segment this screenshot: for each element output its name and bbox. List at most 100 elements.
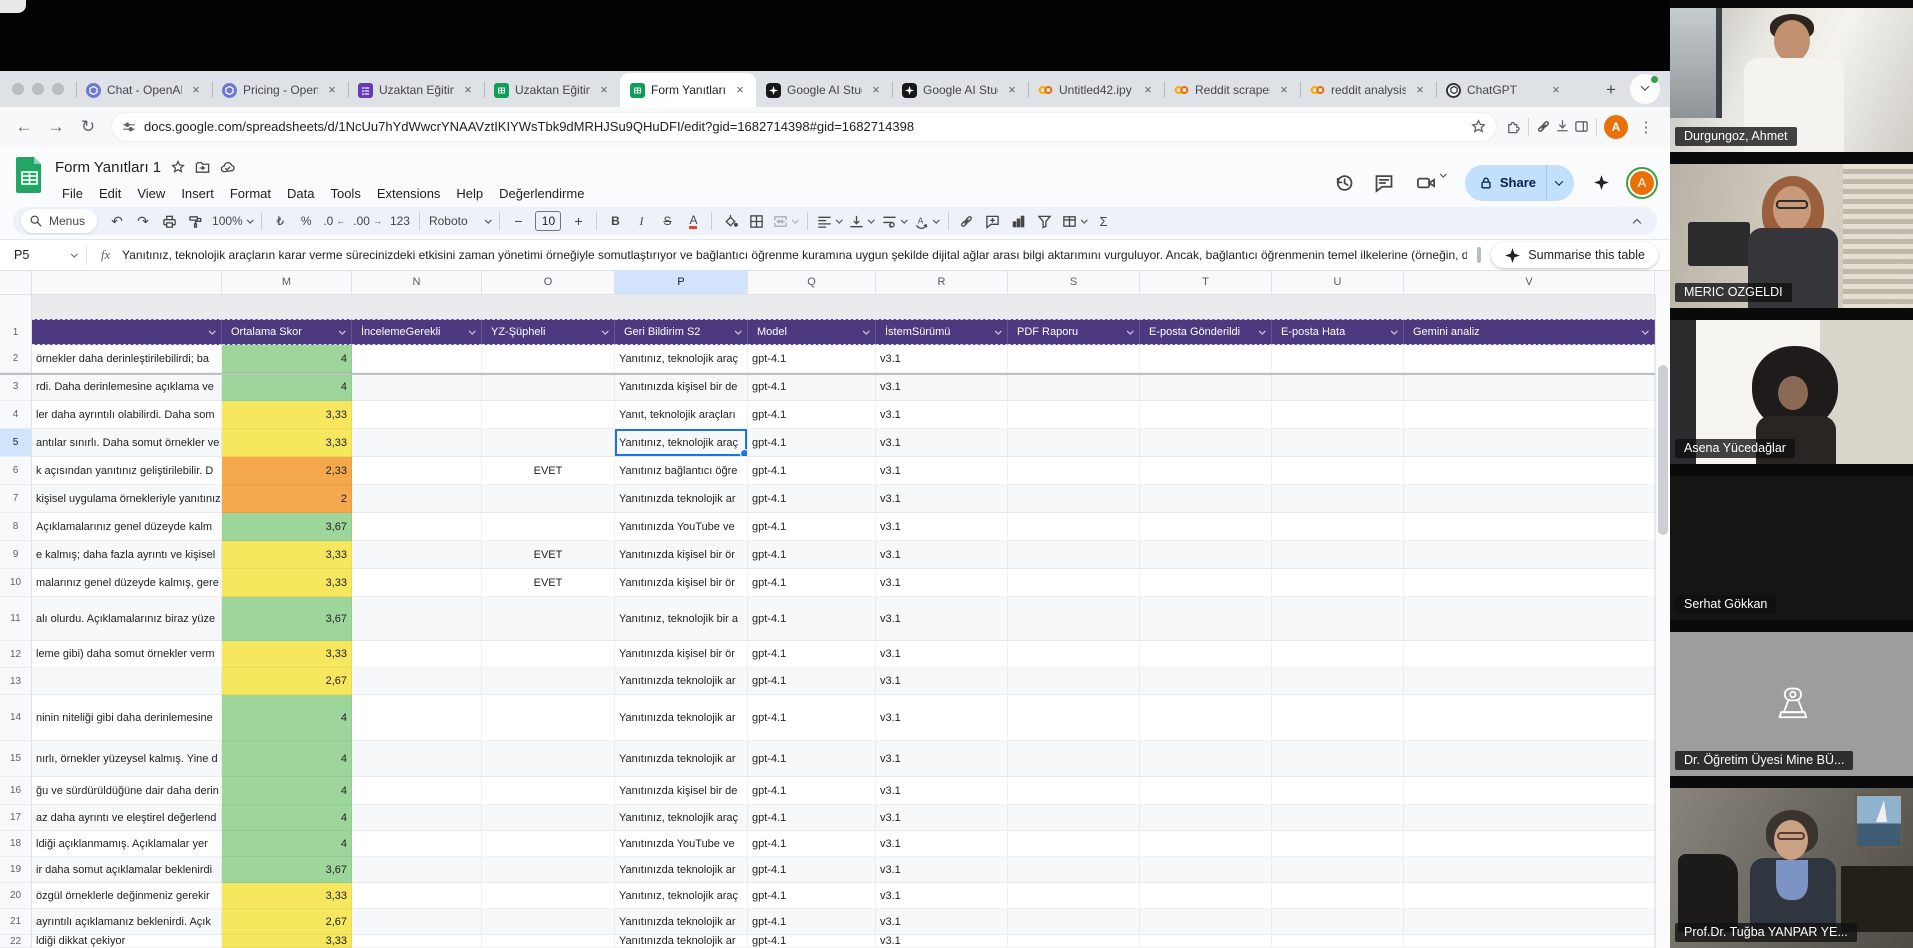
- cell-eposta-gonderildi[interactable]: [1140, 741, 1272, 777]
- cell-eposta-hata[interactable]: [1272, 569, 1404, 597]
- borders-icon[interactable]: [744, 209, 768, 233]
- cell-feedback-clipped[interactable]: e kalmış; daha fazla ayrıntı ve kişisel: [32, 541, 222, 569]
- menu-help[interactable]: Help: [449, 183, 490, 204]
- cell-model[interactable]: gpt-4.1: [748, 935, 876, 948]
- cell-model[interactable]: gpt-4.1: [748, 641, 876, 668]
- header-cell[interactable]: E-posta Gönderildi: [1140, 319, 1272, 345]
- cell-eposta-gonderildi[interactable]: [1140, 541, 1272, 569]
- cell-eposta-gonderildi[interactable]: [1140, 909, 1272, 935]
- cell-istem-surumu[interactable]: v3.1: [876, 741, 1008, 777]
- browser-profile-avatar[interactable]: A: [1604, 115, 1628, 139]
- cell-model[interactable]: gpt-4.1: [748, 401, 876, 429]
- cell-feedback-clipped[interactable]: Açıklamalarınız genel düzeyde kalm: [32, 513, 222, 541]
- cell-inceleme-gerekli[interactable]: [352, 401, 482, 429]
- cell-gemini-analiz[interactable]: [1404, 485, 1655, 513]
- version-history-icon[interactable]: [1331, 173, 1357, 193]
- cell-pdf-raporu[interactable]: [1008, 831, 1140, 857]
- paint-format-icon[interactable]: [183, 209, 207, 233]
- cell-ortalama-skor[interactable]: 3,33: [222, 641, 352, 668]
- browser-tab[interactable]: Pricing - Open×: [212, 73, 348, 107]
- cell-pdf-raporu[interactable]: [1008, 597, 1140, 641]
- google-sheets-logo[interactable]: [16, 157, 43, 193]
- cell-inceleme-gerekli[interactable]: [352, 485, 482, 513]
- cell-pdf-raporu[interactable]: [1008, 909, 1140, 935]
- cell-feedback-clipped[interactable]: nırlı, örnekler yüzeysel kalmış. Yine d: [32, 741, 222, 777]
- header-cell[interactable]: YZ-Şüpheli: [482, 319, 615, 345]
- tab-close-icon[interactable]: ×: [1004, 82, 1020, 98]
- cell-geri-bildirim-s2[interactable]: Yanıtınızda teknolojik ar: [615, 668, 748, 695]
- cell-eposta-hata[interactable]: [1272, 695, 1404, 741]
- cell-geri-bildirim-s2[interactable]: Yanıtınızda teknolojik ar: [615, 695, 748, 741]
- row-number[interactable]: 19: [0, 857, 32, 883]
- browser-tab[interactable]: Reddit scraper×: [1164, 73, 1300, 107]
- horizontal-align-icon[interactable]: [814, 209, 845, 233]
- cell-inceleme-gerekli[interactable]: [352, 777, 482, 805]
- cell-pdf-raporu[interactable]: [1008, 695, 1140, 741]
- merge-cells-icon[interactable]: [770, 209, 801, 233]
- cell-inceleme-gerekli[interactable]: [352, 457, 482, 485]
- cell-eposta-gonderildi[interactable]: [1140, 668, 1272, 695]
- cell-model[interactable]: gpt-4.1: [748, 777, 876, 805]
- tab-close-icon[interactable]: ×: [460, 82, 476, 98]
- decrease-font-size-icon[interactable]: −: [506, 209, 530, 233]
- gemini-sparkle-icon[interactable]: [1588, 174, 1614, 191]
- cell-istem-surumu[interactable]: v3.1: [876, 935, 1008, 948]
- participant-tile[interactable]: Asena Yücedağlar: [1670, 320, 1913, 464]
- cell-model[interactable]: gpt-4.1: [748, 513, 876, 541]
- row-number[interactable]: 20: [0, 883, 32, 909]
- browser-tab[interactable]: Uzaktan Eğitim×: [348, 73, 484, 107]
- cell-gemini-analiz[interactable]: [1404, 513, 1655, 541]
- cell-inceleme-gerekli[interactable]: [352, 831, 482, 857]
- cell-ortalama-skor[interactable]: 2,67: [222, 668, 352, 695]
- cell-eposta-hata[interactable]: [1272, 541, 1404, 569]
- cell-gemini-analiz[interactable]: [1404, 909, 1655, 935]
- cell-model[interactable]: gpt-4.1: [748, 485, 876, 513]
- cell-eposta-hata[interactable]: [1272, 935, 1404, 948]
- cell-eposta-gonderildi[interactable]: [1140, 777, 1272, 805]
- vertical-scrollbar[interactable]: [1655, 295, 1670, 948]
- insert-chart-icon[interactable]: [1007, 209, 1031, 233]
- menu-extensions[interactable]: Extensions: [370, 183, 448, 204]
- column-header-Q[interactable]: Q: [748, 271, 876, 295]
- text-wrap-icon[interactable]: [879, 209, 910, 233]
- tab-close-icon[interactable]: ×: [732, 82, 748, 98]
- row-number[interactable]: 5: [0, 429, 32, 457]
- participant-tile[interactable]: Serhat Gökkan: [1670, 476, 1913, 620]
- cell-model[interactable]: gpt-4.1: [748, 909, 876, 935]
- cell-pdf-raporu[interactable]: [1008, 569, 1140, 597]
- tab-close-icon[interactable]: ×: [1276, 82, 1292, 98]
- cell-eposta-gonderildi[interactable]: [1140, 513, 1272, 541]
- cell-eposta-gonderildi[interactable]: [1140, 597, 1272, 641]
- cell-gemini-analiz[interactable]: [1404, 883, 1655, 909]
- cell-inceleme-gerekli[interactable]: [352, 883, 482, 909]
- tab-close-icon[interactable]: ×: [324, 82, 340, 98]
- participant-tile[interactable]: Dr. Öğretim Üyesi Mine BÜ...: [1670, 632, 1913, 776]
- cell-geri-bildirim-s2[interactable]: Yanıtınız bağlantıcı öğre: [615, 457, 748, 485]
- participant-tile[interactable]: Prof.Dr. Tuğba YANPAR YE...: [1670, 788, 1913, 948]
- row-number[interactable]: 8: [0, 513, 32, 541]
- cell-eposta-hata[interactable]: [1272, 857, 1404, 883]
- menu-değerlendirme[interactable]: Değerlendirme: [492, 183, 591, 204]
- cell-model[interactable]: gpt-4.1: [748, 429, 876, 457]
- cell-ortalama-skor[interactable]: 4: [222, 777, 352, 805]
- cell-eposta-hata[interactable]: [1272, 373, 1404, 401]
- cell-eposta-hata[interactable]: [1272, 883, 1404, 909]
- table-options-icon[interactable]: [1059, 209, 1090, 233]
- tab-close-icon[interactable]: ×: [1140, 82, 1156, 98]
- cell-eposta-hata[interactable]: [1272, 641, 1404, 668]
- cell-geri-bildirim-s2[interactable]: Yanıtınız, teknolojik araç: [615, 345, 748, 373]
- cell-yz-supheli[interactable]: [482, 597, 615, 641]
- cell-gemini-analiz[interactable]: [1404, 695, 1655, 741]
- browser-tab[interactable]: reddit analysis×: [1300, 73, 1436, 107]
- font-size-input[interactable]: 10: [532, 209, 564, 233]
- cell-feedback-clipped[interactable]: alı olurdu. Açıklamalarınız biraz yüze: [32, 597, 222, 641]
- browser-tab[interactable]: Chat - OpenAI×: [76, 73, 212, 107]
- cell-istem-surumu[interactable]: v3.1: [876, 831, 1008, 857]
- text-color-icon[interactable]: A: [681, 209, 705, 233]
- cell-geri-bildirim-s2[interactable]: Yanıtınızda teknolojik ar: [615, 485, 748, 513]
- cell-feedback-clipped[interactable]: kişisel uygulama örnekleriyle yanıtınız: [32, 485, 222, 513]
- cell-geri-bildirim-s2[interactable]: Yanıt, teknolojik araçları: [615, 401, 748, 429]
- cell-yz-supheli[interactable]: [482, 429, 615, 457]
- row-number[interactable]: 18: [0, 831, 32, 857]
- cell-inceleme-gerekli[interactable]: [352, 909, 482, 935]
